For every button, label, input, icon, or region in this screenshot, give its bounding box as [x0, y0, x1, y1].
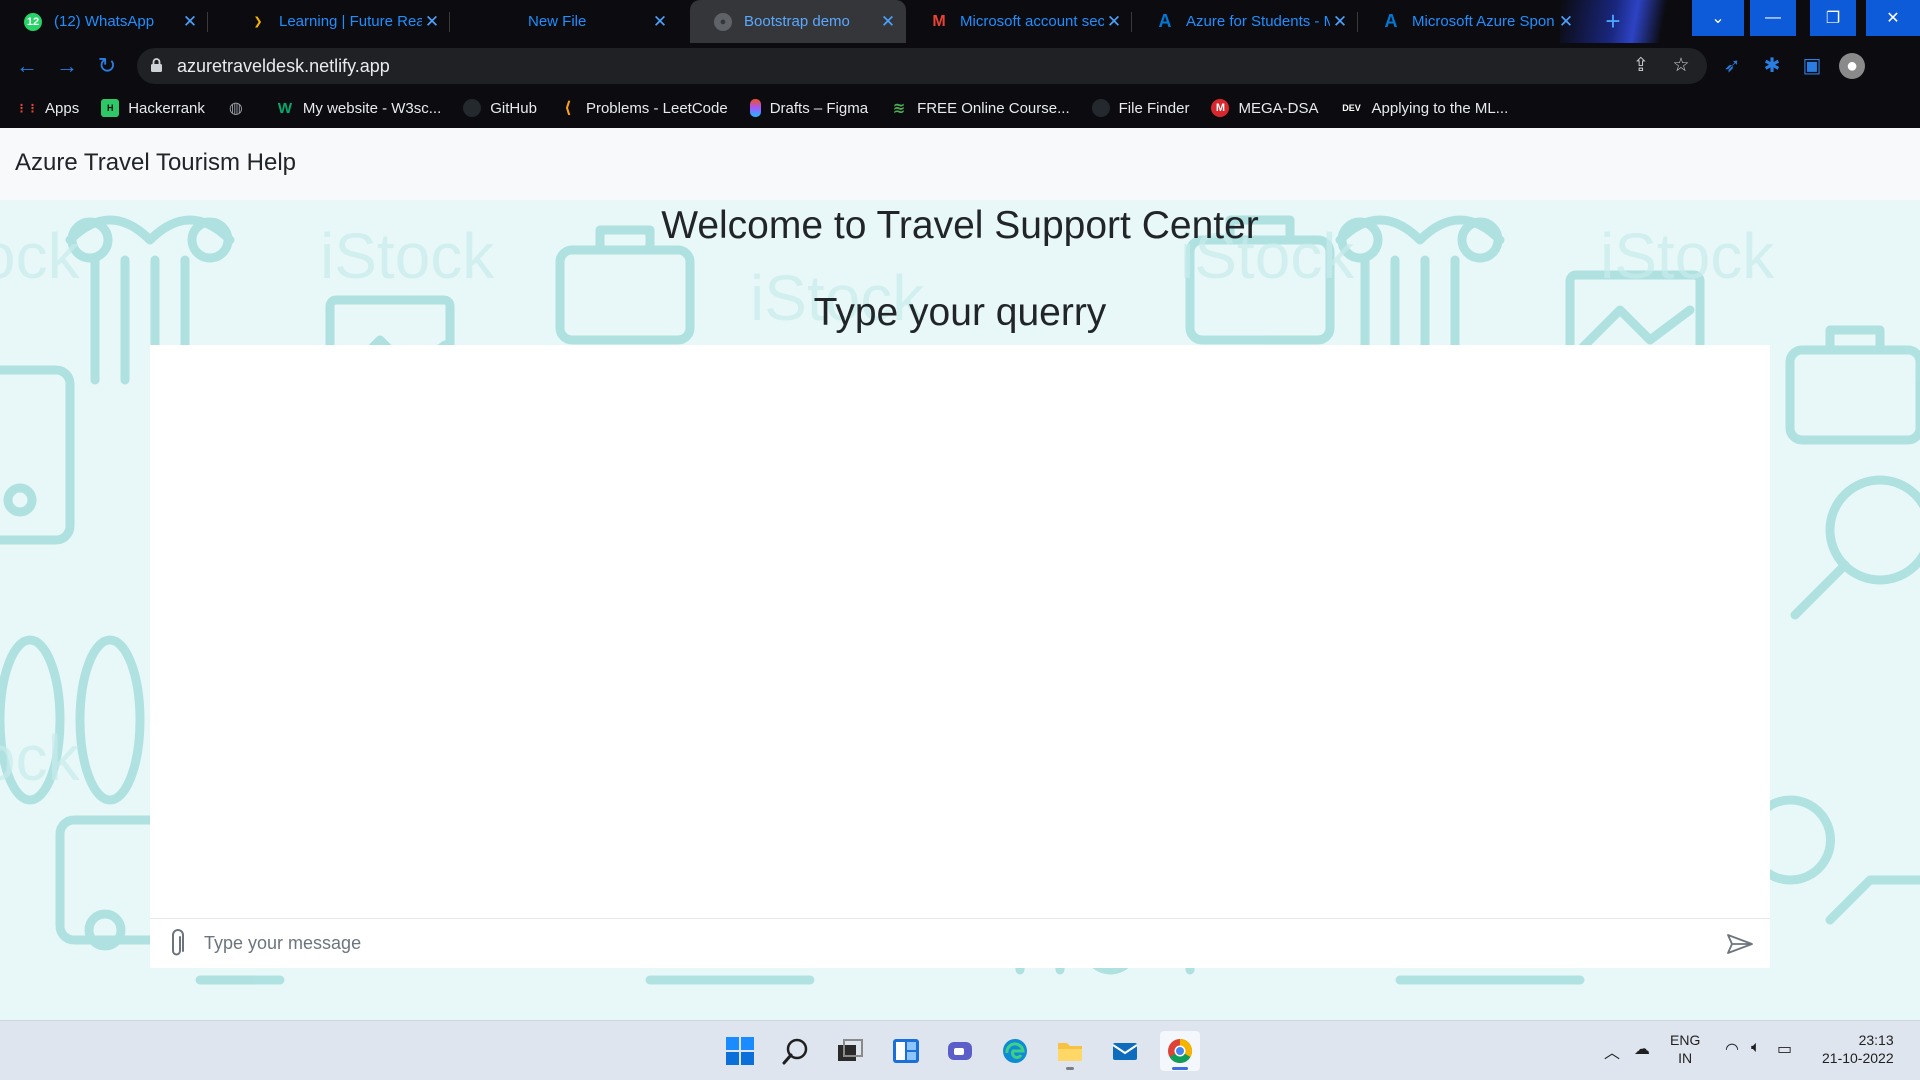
- bookmark-dev[interactable]: DEV Applying to the ML...: [1341, 99, 1508, 117]
- bookmark-free-course[interactable]: ≋ FREE Online Course...: [890, 99, 1070, 118]
- chat-input-bar: [150, 918, 1770, 968]
- bookmark-apps[interactable]: ⋮⋮ Apps: [16, 99, 79, 117]
- course-icon: ≋: [892, 100, 906, 117]
- share-icon[interactable]: ⇪: [1630, 55, 1652, 77]
- tab-new-file[interactable]: New File ✕: [480, 0, 678, 43]
- github-icon: [463, 99, 482, 117]
- message-input[interactable]: [204, 933, 1710, 954]
- volume-icon[interactable]: 🔈︎: [1751, 1039, 1761, 1057]
- address-text: azuretraveldesk.netlify.app: [177, 56, 390, 76]
- extensions-puzzle-icon[interactable]: ✱: [1759, 53, 1785, 79]
- site-navbar: Azure Travel Tourism Help: [0, 128, 1920, 200]
- bookmarks-bar: ⋮⋮ Apps H Hackerrank ◍ W My website - W3sc.…: [0, 88, 1920, 128]
- show-hidden-icons-chevron-icon[interactable]: ︿: [1604, 1039, 1620, 1063]
- browser-tab-strip: 12 (12) WhatsApp ✕ ❯ Learning | Future R…: [0, 0, 1920, 43]
- battery-icon[interactable]: ▭: [1777, 1039, 1792, 1059]
- browser-toolbar: ← → ↻ azuretraveldesk.netlify.app ⇪ ☆ ➶ …: [0, 43, 1920, 88]
- tab-search-button[interactable]: ⌄: [1692, 0, 1744, 36]
- azure-icon: A: [1384, 11, 1398, 31]
- tab-whatsapp[interactable]: 12 (12) WhatsApp ✕: [0, 0, 208, 43]
- tab-bootstrap-demo[interactable]: ● Bootstrap demo ✕: [690, 0, 906, 43]
- globe-icon: ◍: [228, 100, 243, 117]
- close-tab-icon[interactable]: ✕: [1556, 12, 1576, 32]
- tab-microsoft-account[interactable]: M Microsoft account sec ✕: [906, 0, 1132, 43]
- close-tab-icon[interactable]: ✕: [180, 12, 200, 32]
- send-icon[interactable]: [1710, 933, 1770, 955]
- site-brand[interactable]: Azure Travel Tourism Help: [15, 149, 296, 177]
- onedrive-cloud-icon[interactable]: ☁: [1634, 1039, 1650, 1059]
- svg-text:ock: ock: [0, 722, 81, 794]
- back-button[interactable]: ←: [14, 53, 40, 79]
- file-explorer-icon[interactable]: [1050, 1031, 1090, 1071]
- hackerrank-icon: H: [101, 99, 120, 117]
- reload-button[interactable]: ↻: [94, 53, 120, 79]
- bookmark-leetcode[interactable]: ⟨ Problems - LeetCode: [559, 99, 727, 118]
- bookmark-file-finder[interactable]: File Finder: [1091, 99, 1189, 117]
- web-page: ock iStock iStock iStock iStock ock iSto…: [0, 128, 1920, 1020]
- leetcode-icon: ⟨: [564, 100, 572, 117]
- bookmark-github[interactable]: GitHub: [463, 99, 537, 117]
- input-language-indicator[interactable]: ENG IN: [1670, 1031, 1700, 1067]
- bookmark-globe[interactable]: ◍: [227, 99, 254, 117]
- close-tab-icon[interactable]: ✕: [1330, 12, 1350, 32]
- future-ready-icon: ❯: [253, 16, 263, 28]
- close-tab-icon[interactable]: ✕: [422, 12, 442, 32]
- windows-start-icon[interactable]: [720, 1031, 760, 1071]
- chat-window: [150, 345, 1770, 968]
- close-tab-icon[interactable]: ✕: [650, 12, 670, 32]
- profile-avatar[interactable]: ●: [1839, 53, 1865, 79]
- globe-icon: ●: [714, 12, 732, 31]
- bookmark-star-icon[interactable]: ☆: [1670, 55, 1692, 77]
- address-bar[interactable]: azuretraveldesk.netlify.app ⇪ ☆: [137, 48, 1707, 84]
- side-panel-icon[interactable]: ▣: [1799, 53, 1825, 79]
- tab-azure-students[interactable]: A Azure for Students - M ✕: [1132, 0, 1358, 43]
- github-icon: [1091, 99, 1110, 117]
- mega-icon: M: [1211, 99, 1230, 117]
- page-title: Welcome to Travel Support Center: [661, 204, 1259, 247]
- azure-icon: A: [1158, 11, 1172, 31]
- bookmark-hackerrank[interactable]: H Hackerrank: [101, 99, 205, 117]
- close-window-button[interactable]: ✕: [1866, 0, 1920, 36]
- figma-icon: [749, 99, 761, 117]
- gmail-icon: M: [932, 12, 946, 30]
- bookmark-w3schools[interactable]: W My website - W3sc...: [276, 99, 441, 117]
- dev-icon: DEV: [1342, 103, 1361, 113]
- apps-grid-icon: ⋮⋮: [16, 102, 38, 115]
- search-icon[interactable]: [776, 1031, 816, 1071]
- teams-chat-icon[interactable]: [940, 1031, 980, 1071]
- edge-icon[interactable]: [995, 1031, 1035, 1071]
- close-tab-icon[interactable]: ✕: [1104, 12, 1124, 32]
- lock-icon: [151, 58, 162, 72]
- task-view-icon[interactable]: [830, 1031, 870, 1071]
- tab-future-ready[interactable]: ❯ Learning | Future Read ✕: [225, 0, 450, 43]
- extension-icon[interactable]: ➶: [1719, 53, 1745, 79]
- windows-taskbar: ︿ ☁ ENG IN ◠ 🔈︎ ▭ 23:13 21-10-2022: [0, 1020, 1920, 1080]
- whatsapp-icon: 12: [24, 12, 42, 31]
- tab-azure-sponsorship[interactable]: A Microsoft Azure Spon ✕: [1358, 0, 1584, 43]
- wifi-icon[interactable]: ◠: [1725, 1039, 1739, 1059]
- close-tab-icon[interactable]: ✕: [878, 12, 898, 32]
- system-clock[interactable]: 23:13 21-10-2022: [1822, 1031, 1894, 1067]
- bookmark-mega-dsa[interactable]: M MEGA-DSA: [1211, 99, 1319, 117]
- restore-button[interactable]: ❐: [1810, 0, 1856, 36]
- w3schools-icon: W: [277, 99, 292, 117]
- minimize-button[interactable]: —: [1750, 0, 1796, 36]
- new-tab-button[interactable]: +: [1598, 6, 1628, 36]
- page-subtitle: Type your querry: [813, 291, 1107, 334]
- forward-button[interactable]: →: [54, 53, 80, 79]
- chrome-icon[interactable]: [1160, 1031, 1200, 1071]
- mail-icon[interactable]: [1105, 1031, 1145, 1071]
- paperclip-icon[interactable]: [150, 928, 204, 959]
- bookmark-figma[interactable]: Drafts – Figma: [749, 99, 868, 117]
- widgets-icon[interactable]: [886, 1031, 926, 1071]
